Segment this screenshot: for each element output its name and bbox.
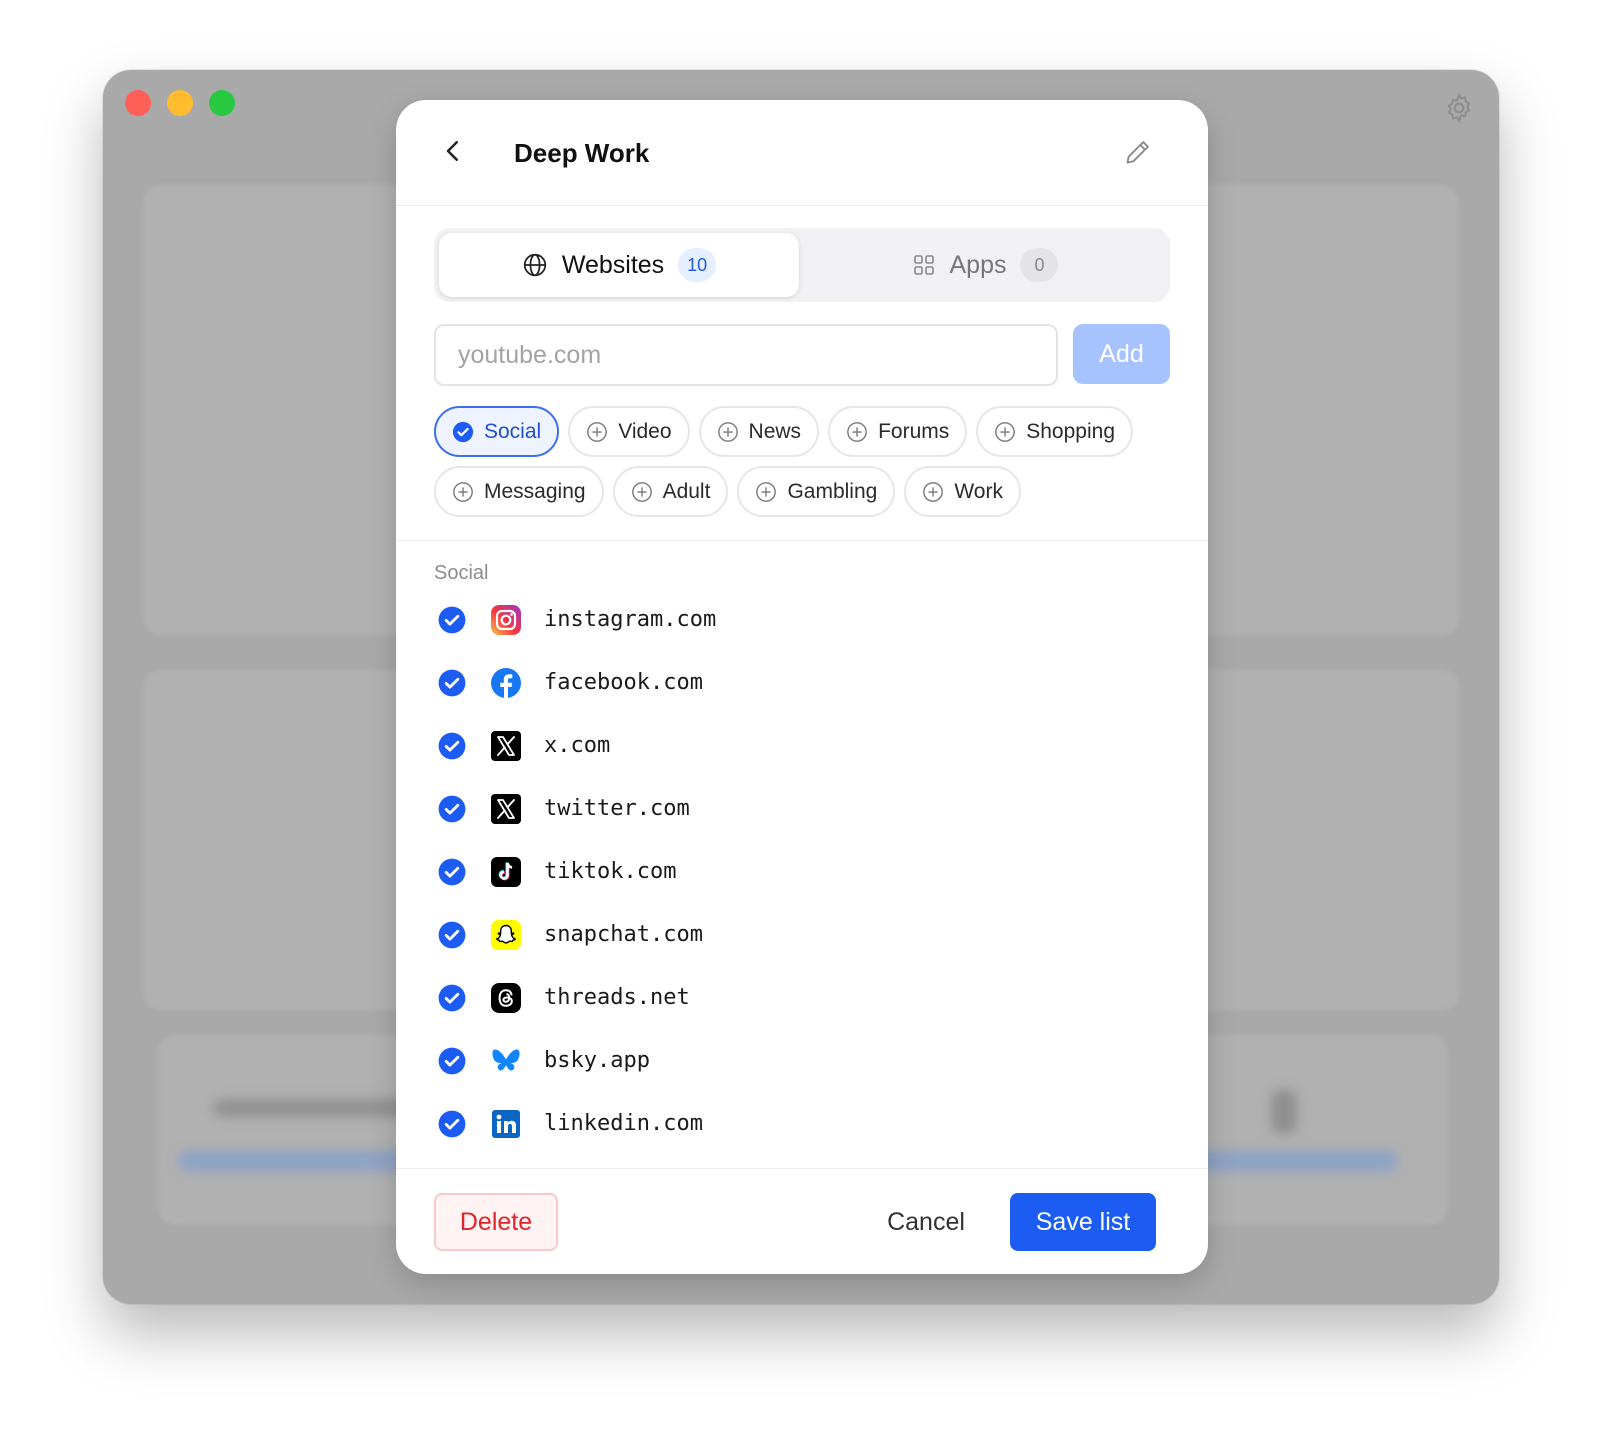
checkbox-checked-icon[interactable] bbox=[438, 606, 466, 634]
checkbox-checked-icon[interactable] bbox=[438, 921, 466, 949]
chip-label: Social bbox=[484, 419, 542, 443]
dialog-footer: Delete Cancel Save list bbox=[396, 1168, 1208, 1274]
apps-count-badge: 0 bbox=[1020, 248, 1059, 282]
divider bbox=[396, 540, 1208, 541]
plus-circle-icon bbox=[717, 421, 738, 442]
site-name: instagram.com bbox=[544, 607, 717, 632]
chip-label: Adult bbox=[662, 479, 711, 503]
list-item[interactable]: bsky.app bbox=[434, 1029, 1170, 1092]
checkbox-checked-icon[interactable] bbox=[438, 1110, 466, 1138]
instagram-icon bbox=[491, 604, 521, 635]
list-item[interactable]: tiktok.com bbox=[434, 840, 1170, 903]
plus-circle-icon bbox=[923, 481, 944, 502]
delete-button[interactable]: Delete bbox=[434, 1193, 558, 1251]
list-item[interactable]: threads.net bbox=[434, 966, 1170, 1029]
chip-social[interactable]: Social bbox=[434, 406, 560, 457]
x-icon bbox=[491, 730, 521, 761]
plus-circle-icon bbox=[587, 421, 608, 442]
checkbox-checked-icon[interactable] bbox=[438, 732, 466, 760]
gear-icon[interactable] bbox=[1443, 92, 1475, 124]
checkbox-checked-icon[interactable] bbox=[438, 858, 466, 886]
category-chips: Social Video News Forums Shopping Messag… bbox=[434, 406, 1174, 526]
website-url-input[interactable] bbox=[434, 324, 1058, 386]
site-name: twitter.com bbox=[544, 796, 690, 821]
list-title: Deep Work bbox=[514, 138, 650, 168]
chip-shopping[interactable]: Shopping bbox=[976, 406, 1133, 457]
list-item[interactable]: linkedin.com bbox=[434, 1092, 1170, 1155]
plus-circle-icon bbox=[631, 481, 652, 502]
linkedin-icon bbox=[492, 1109, 520, 1138]
close-window-button[interactable] bbox=[125, 90, 151, 116]
chip-work[interactable]: Work bbox=[904, 466, 1021, 517]
tab-apps-label: Apps bbox=[949, 250, 1007, 279]
chip-label: Shopping bbox=[1026, 419, 1115, 443]
chip-label: Messaging bbox=[484, 479, 586, 503]
cancel-button[interactable]: Cancel bbox=[866, 1193, 986, 1251]
chip-label: Work bbox=[954, 479, 1003, 503]
checkbox-checked-icon[interactable] bbox=[438, 1047, 466, 1075]
save-list-button[interactable]: Save list bbox=[1010, 1193, 1156, 1251]
site-name: facebook.com bbox=[544, 670, 703, 695]
chip-label: Gambling bbox=[787, 479, 878, 503]
tiktok-icon bbox=[491, 856, 521, 887]
tab-apps[interactable]: Apps 0 bbox=[805, 233, 1165, 297]
site-name: bsky.app bbox=[544, 1048, 650, 1073]
plus-circle-icon bbox=[847, 421, 867, 442]
list-item[interactable]: snapchat.com bbox=[434, 903, 1170, 966]
background-avatar bbox=[1271, 1090, 1297, 1134]
chip-forums[interactable]: Forums bbox=[828, 406, 968, 457]
checkbox-checked-icon[interactable] bbox=[438, 984, 466, 1012]
site-name: linkedin.com bbox=[544, 1111, 703, 1136]
chip-gambling[interactable]: Gambling bbox=[737, 466, 896, 517]
site-name: snapchat.com bbox=[544, 922, 703, 947]
plus-circle-icon bbox=[995, 421, 1016, 442]
chip-label: News bbox=[748, 419, 802, 443]
list-item[interactable]: x.com bbox=[434, 714, 1170, 777]
site-list: instagram.com facebook.com x.com twitter… bbox=[434, 588, 1170, 1155]
checkbox-checked-icon[interactable] bbox=[438, 795, 466, 823]
chip-messaging[interactable]: Messaging bbox=[434, 466, 604, 517]
check-circle-icon bbox=[452, 421, 474, 442]
globe-icon bbox=[523, 253, 546, 277]
grid-icon bbox=[913, 255, 934, 275]
back-chevron-icon[interactable] bbox=[438, 136, 468, 166]
site-name: threads.net bbox=[544, 985, 690, 1010]
chip-news[interactable]: News bbox=[698, 406, 820, 457]
chip-label: Video bbox=[618, 419, 672, 443]
section-label: Social bbox=[434, 562, 489, 584]
chip-label: Forums bbox=[878, 419, 950, 443]
site-name: tiktok.com bbox=[544, 859, 677, 884]
websites-count-badge: 10 bbox=[678, 248, 717, 282]
tab-websites[interactable]: Websites 10 bbox=[439, 233, 799, 297]
bluesky-icon bbox=[492, 1049, 520, 1071]
minimize-window-button[interactable] bbox=[167, 90, 193, 116]
list-item[interactable]: facebook.com bbox=[434, 651, 1170, 714]
chip-video[interactable]: Video bbox=[568, 406, 690, 457]
edit-list-dialog: Deep Work Websites 10 Apps 0 youtube.com… bbox=[396, 100, 1208, 1274]
plus-circle-icon bbox=[453, 481, 473, 502]
tab-websites-label: Websites bbox=[561, 250, 665, 279]
pencil-icon[interactable] bbox=[1124, 138, 1152, 166]
checkbox-checked-icon[interactable] bbox=[438, 669, 466, 697]
chip-adult[interactable]: Adult bbox=[612, 466, 729, 517]
list-type-tabs: Websites 10 Apps 0 bbox=[434, 228, 1170, 302]
list-item[interactable]: instagram.com bbox=[434, 588, 1170, 651]
add-button[interactable]: Add bbox=[1073, 324, 1170, 384]
threads-icon bbox=[491, 982, 521, 1013]
plus-circle-icon bbox=[756, 481, 777, 502]
dialog-header: Deep Work bbox=[396, 100, 1208, 206]
zoom-window-button[interactable] bbox=[209, 90, 235, 116]
x-icon bbox=[491, 793, 521, 824]
site-name: x.com bbox=[544, 733, 611, 758]
list-item[interactable]: twitter.com bbox=[434, 777, 1170, 840]
snapchat-icon bbox=[491, 919, 521, 950]
facebook-icon bbox=[491, 667, 521, 698]
